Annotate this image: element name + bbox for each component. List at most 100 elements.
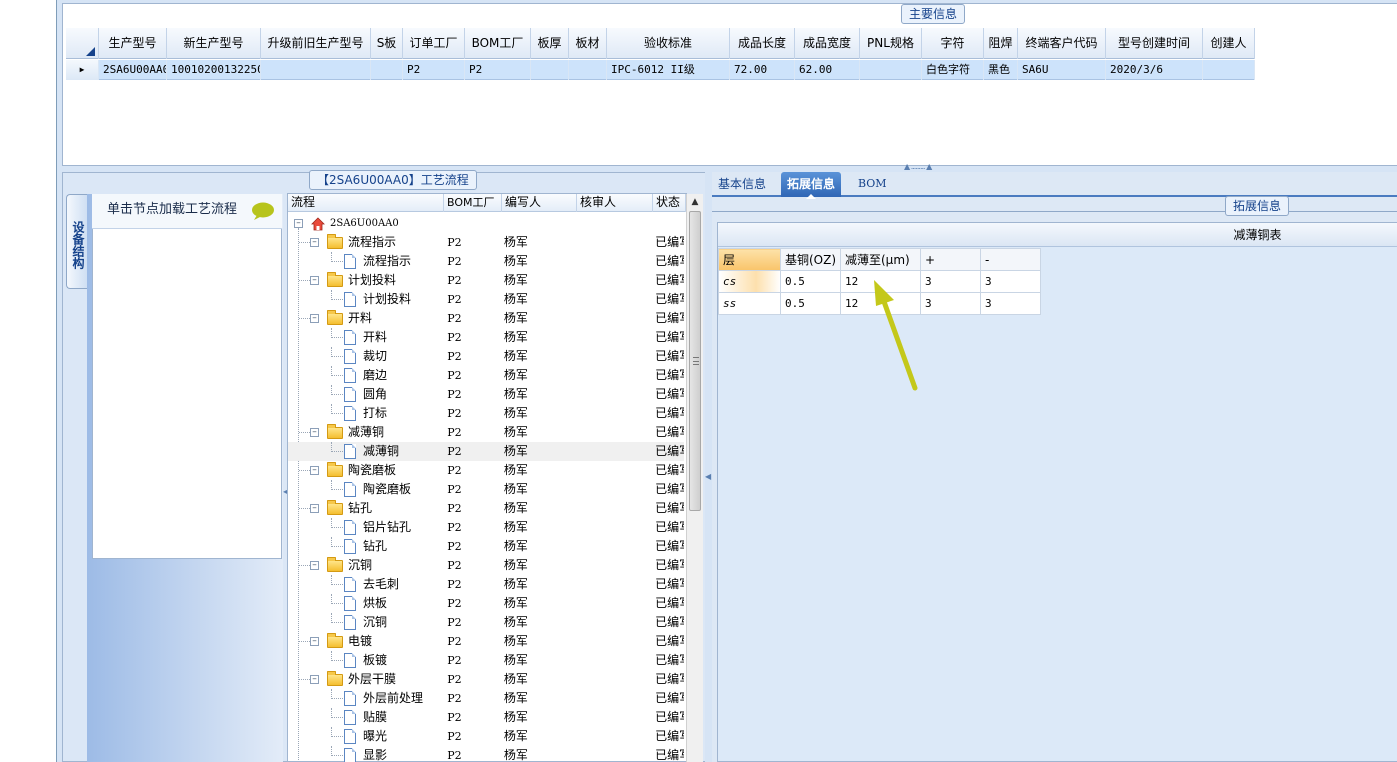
col-header-layer[interactable]: 层	[718, 248, 781, 271]
col-header-base-copper[interactable]: 基铜(OZ)	[780, 248, 841, 271]
grid-cell[interactable]	[531, 60, 569, 80]
main-grid-row[interactable]: ▶ 2SA6U00AA0 10010200132250 P2 P2 IPC-6012 II…	[66, 60, 1255, 80]
grid-cell[interactable]: SA6U	[1018, 60, 1106, 80]
grid-column-header[interactable]: 成品宽度	[795, 28, 860, 59]
grid-column-header[interactable]: 成品长度	[730, 28, 795, 59]
tree-root-row[interactable]: – 2SA6U00AA0	[288, 214, 684, 233]
grid-column-header[interactable]: 升级前旧生产型号	[261, 28, 371, 59]
tree-step-row[interactable]: 开料 P2 杨军 已编写	[288, 328, 684, 347]
grid-cell[interactable]: IPC-6012 II级	[607, 60, 730, 80]
tab-extended-info[interactable]: 拓展信息	[781, 172, 842, 199]
grid-column-header[interactable]: 创建人	[1203, 28, 1255, 59]
grid-cell[interactable]: 10010200132250	[167, 60, 261, 80]
collapse-icon[interactable]: –	[310, 428, 319, 437]
grid-cell[interactable]	[1203, 60, 1255, 80]
tree-group-row[interactable]: – 计划投料 P2 杨军 已编写	[288, 271, 684, 290]
cell-minus[interactable]: 3	[980, 270, 1041, 293]
grid-cell[interactable]	[569, 60, 607, 80]
vertical-splitter[interactable]: ◀	[705, 172, 712, 762]
tree-step-row[interactable]: 陶瓷磨板 P2 杨军 已编写	[288, 480, 684, 499]
tree-column-header[interactable]: 核审人	[577, 194, 653, 212]
collapse-icon[interactable]: –	[310, 561, 319, 570]
grid-cell[interactable]: 黑色	[984, 60, 1018, 80]
tree-step-row[interactable]: 外层前处理 P2 杨军 已编写	[288, 689, 684, 708]
tree-step-row[interactable]: 显影 P2 杨军 已编写	[288, 746, 684, 762]
tree-group-row[interactable]: – 陶瓷磨板 P2 杨军 已编写	[288, 461, 684, 480]
grid-column-header[interactable]: 板材	[569, 28, 607, 59]
grid-cell[interactable]: 2SA6U00AA0	[99, 60, 167, 80]
grid-column-header[interactable]: 终端客户代码	[1018, 28, 1106, 59]
collapse-icon[interactable]: –	[310, 238, 319, 247]
scroll-up-icon[interactable]: ▲	[687, 194, 703, 211]
grid-cell[interactable]: 白色字符	[922, 60, 984, 80]
grid-column-header[interactable]: 阻焊	[984, 28, 1018, 59]
device-structure-tab[interactable]: 设备结构	[66, 194, 87, 289]
collapse-icon[interactable]: –	[310, 504, 319, 513]
cell-minus[interactable]: 3	[980, 292, 1041, 315]
tab-basic-info[interactable]: 基本信息	[712, 172, 772, 197]
collapse-icon[interactable]: –	[310, 466, 319, 475]
grid-column-header[interactable]: 板厚	[531, 28, 569, 59]
tree-group-row[interactable]: – 减薄铜 P2 杨军 已编写	[288, 423, 684, 442]
cell-layer[interactable]: ss	[718, 292, 781, 315]
collapse-icon[interactable]: –	[294, 219, 303, 228]
tree-step-row[interactable]: 圆角 P2 杨军 已编写	[288, 385, 684, 404]
tree-step-row[interactable]: 打标 P2 杨军 已编写	[288, 404, 684, 423]
tree-step-row[interactable]: 钻孔 P2 杨军 已编写	[288, 537, 684, 556]
tree-column-header[interactable]: 状态	[653, 194, 686, 212]
tree-step-row[interactable]: 裁切 P2 杨军 已编写	[288, 347, 684, 366]
grid-cell[interactable]: 62.00	[795, 60, 860, 80]
tree-group-row[interactable]: – 沉铜 P2 杨军 已编写	[288, 556, 684, 575]
grid-column-header[interactable]: 验收标准	[607, 28, 730, 59]
cell-base-copper[interactable]: 0.5	[780, 270, 841, 293]
grid-column-header[interactable]: 字符	[922, 28, 984, 59]
tree-group-row[interactable]: – 外层干膜 P2 杨军 已编写	[288, 670, 684, 689]
tree-step-row[interactable]: 计划投料 P2 杨军 已编写	[288, 290, 684, 309]
tree-group-row[interactable]: – 开料 P2 杨军 已编写	[288, 309, 684, 328]
tree-step-row[interactable]: 铝片钻孔 P2 杨军 已编写	[288, 518, 684, 537]
cell-layer[interactable]: cs	[718, 270, 781, 293]
grid-cell[interactable]	[860, 60, 922, 80]
tree-vertical-scrollbar[interactable]: ▲	[686, 194, 703, 762]
row-indicator-icon[interactable]: ▶	[66, 60, 99, 80]
tree-step-row[interactable]: 板镀 P2 杨军 已编写	[288, 651, 684, 670]
col-header-minus[interactable]: -	[980, 248, 1041, 271]
collapse-icon[interactable]: –	[310, 314, 319, 323]
grid-cell[interactable]	[371, 60, 403, 80]
tree-step-row[interactable]: 烘板 P2 杨军 已编写	[288, 594, 684, 613]
tree-group-row[interactable]: – 钻孔 P2 杨军 已编写	[288, 499, 684, 518]
tree-step-row[interactable]: 贴膜 P2 杨军 已编写	[288, 708, 684, 727]
tree-group-row[interactable]: – 流程指示 P2 杨军 已编写	[288, 233, 684, 252]
tree-step-row[interactable]: 磨边 P2 杨军 已编写	[288, 366, 684, 385]
tree-cell-status: 已编写	[655, 406, 684, 420]
grid-cell[interactable]: 72.00	[730, 60, 795, 80]
collapse-icon[interactable]: –	[310, 637, 319, 646]
collapse-icon[interactable]: –	[310, 276, 319, 285]
tree-step-row[interactable]: 曝光 P2 杨军 已编写	[288, 727, 684, 746]
grid-cell[interactable]: 2020/3/6	[1106, 60, 1203, 80]
tree-column-header[interactable]: 流程	[288, 194, 444, 212]
tree-column-header[interactable]: 编写人	[502, 194, 577, 212]
grid-cell[interactable]: P2	[465, 60, 531, 80]
tab-bom[interactable]: BOM	[852, 172, 893, 197]
cell-base-copper[interactable]: 0.5	[780, 292, 841, 315]
collapse-icon[interactable]: –	[310, 675, 319, 684]
tree-column-header[interactable]: BOM工厂	[444, 194, 502, 212]
grid-column-header[interactable]: 型号创建时间	[1106, 28, 1203, 59]
tree-step-row[interactable]: 减薄铜 P2 杨军 已编写	[288, 442, 684, 461]
tree-step-row[interactable]: 沉铜 P2 杨军 已编写	[288, 613, 684, 632]
scroll-thumb[interactable]	[689, 211, 701, 511]
grid-column-header[interactable]: 新生产型号	[167, 28, 261, 59]
grid-column-header[interactable]: 订单工厂	[403, 28, 465, 59]
grid-column-header[interactable]: PNL规格	[860, 28, 922, 59]
tree-step-row[interactable]: 流程指示 P2 杨军 已编写	[288, 252, 684, 271]
grid-cell[interactable]: P2	[403, 60, 465, 80]
grid-cell[interactable]	[261, 60, 371, 80]
grid-select-all-corner[interactable]	[66, 28, 99, 59]
tree-step-row[interactable]: 去毛刺 P2 杨军 已编写	[288, 575, 684, 594]
tree-group-row[interactable]: – 电镀 P2 杨军 已编写	[288, 632, 684, 651]
grid-column-header[interactable]: 生产型号	[99, 28, 167, 59]
tree-cell-factory: P2	[447, 388, 462, 401]
grid-column-header[interactable]: S板	[371, 28, 403, 59]
grid-column-header[interactable]: BOM工厂	[465, 28, 531, 59]
